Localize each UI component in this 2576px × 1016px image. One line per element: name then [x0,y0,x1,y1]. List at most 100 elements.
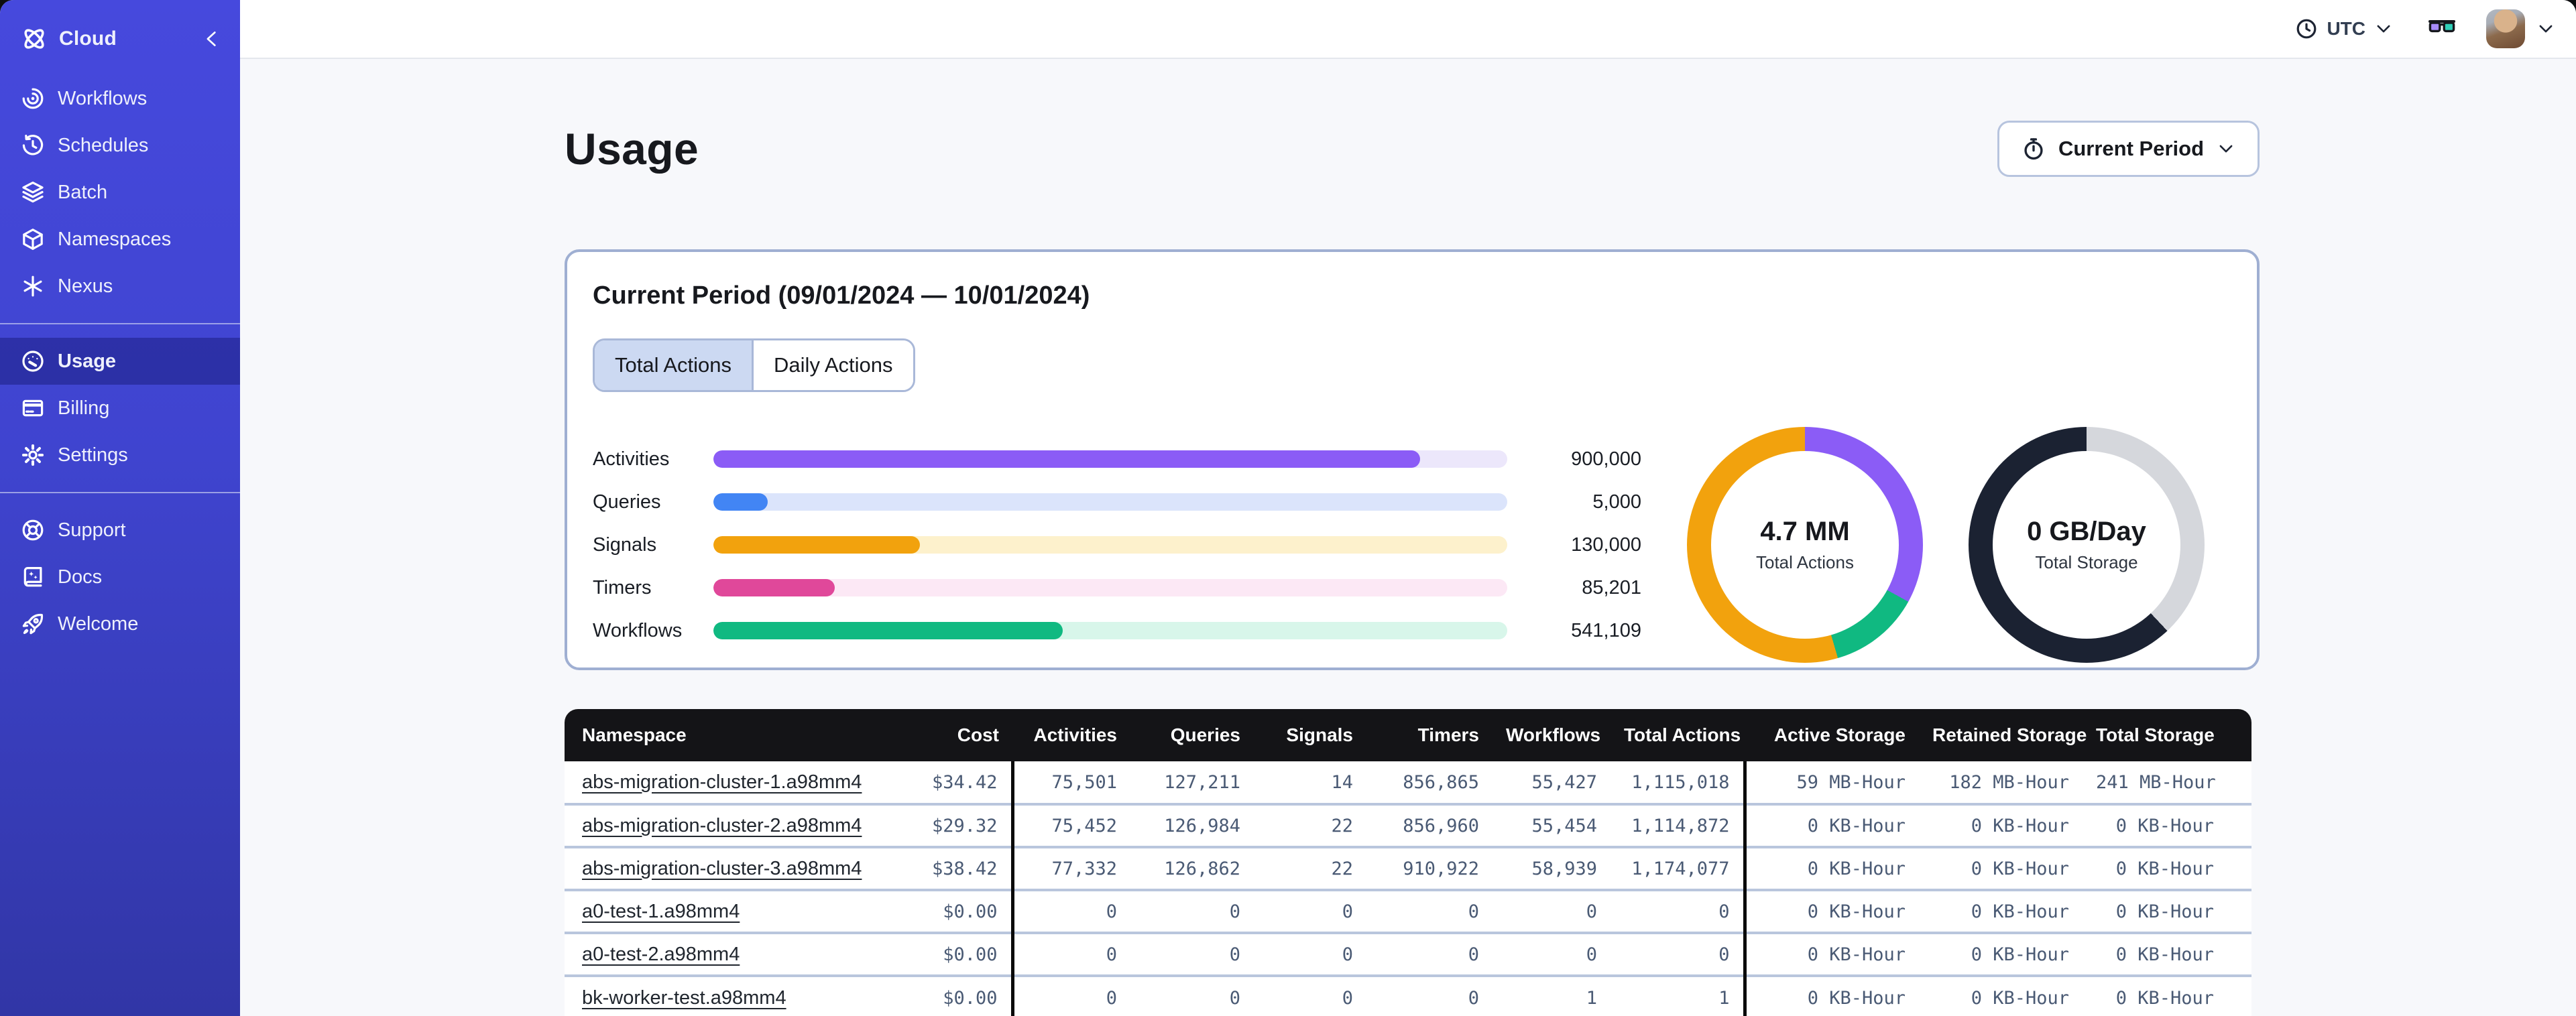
value-cell: 55,427 [1492,761,1611,804]
value-cell: 0 [1492,889,1611,933]
value-cell: 0 [1010,932,1130,976]
namespace-link[interactable]: abs-migration-cluster-3.a98mm4 [582,858,862,879]
value-cell: 856,865 [1366,761,1492,804]
value-cell: 0 KB-Hour [1743,803,1919,847]
sidebar-item-label: Namespaces [58,228,172,250]
page-title: Usage [565,124,699,174]
value-cell: 22 [1254,803,1366,847]
value-cell: 241 MB-Hour [2083,761,2251,804]
sidebar-item-support[interactable]: Support [0,507,240,554]
timezone-selector[interactable]: UTC [2296,18,2392,40]
value-cell: 0 KB-Hour [2083,846,2251,890]
namespace-link[interactable]: a0-test-2.a98mm4 [582,944,740,965]
namespace-link[interactable]: abs-migration-cluster-1.a98mm4 [582,771,862,793]
namespace-cell: abs-migration-cluster-1.a98mm4 [565,761,902,804]
col-header-activities: Activities [1012,709,1130,761]
sidebar-item-docs[interactable]: Docs [0,554,240,600]
docs-book-icon [21,566,44,588]
value-cell: 0 KB-Hour [1919,846,2083,890]
stopwatch-icon [2022,137,2045,160]
value-cell: 0 [1366,974,1492,1016]
bar-label: Signals [593,533,657,556]
sidebar-item-label: Billing [58,397,110,419]
bar-row-timers: Timers 85,201 [593,576,1641,598]
value-cell: 0 KB-Hour [1743,889,1919,933]
value-cell: 55,454 [1492,803,1611,847]
namespace-cell: a0-test-2.a98mm4 [565,932,902,976]
bar-value: 541,109 [1571,619,1641,641]
value-cell: 910,922 [1366,846,1492,890]
value-cell: 0 [1254,974,1366,1016]
value-cell: $0.00 [902,889,1012,933]
namespace-cell: abs-migration-cluster-2.a98mm4 [565,803,902,847]
sidebar-item-schedules[interactable]: Schedules [0,122,240,169]
billing-card-icon [21,397,44,420]
donut-label: Total Actions [1756,552,1854,572]
table-row: abs-migration-cluster-3.a98mm4 $38.42 77,3… [565,846,2251,890]
value-cell: 0 [1130,932,1254,976]
namespaces-cube-icon [21,228,44,251]
donut-value: 0 GB/Day [2027,517,2146,546]
sidebar-divider [0,323,240,324]
chevron-left-icon[interactable] [202,29,221,48]
value-cell: 0 KB-Hour [1919,932,2083,976]
sidebar-item-workflows[interactable]: Workflows [0,75,240,122]
bar-row-workflows: Workflows 541,109 [593,619,1641,641]
table-row: abs-migration-cluster-1.a98mm4 $34.42 75,5… [565,761,2251,804]
tab-total-actions[interactable]: Total Actions [595,340,752,390]
sidebar-divider [0,492,240,493]
sidebar-item-namespaces[interactable]: Namespaces [0,216,240,263]
namespace-link[interactable]: bk-worker-test.a98mm4 [582,987,786,1009]
content: Usage Current Period Current Period (09/… [240,59,2576,1016]
bar-fill [713,493,768,511]
sidebar-item-welcome[interactable]: Welcome [0,600,240,647]
value-cell: 59 MB-Hour [1743,761,1919,804]
value-cell: 22 [1254,846,1366,890]
namespace-link[interactable]: abs-migration-cluster-2.a98mm4 [582,815,862,836]
chevron-down-icon[interactable] [2537,20,2555,38]
value-cell: 0 KB-Hour [2083,889,2251,933]
value-cell: 0 KB-Hour [1919,889,2083,933]
sidebar-item-label: Welcome [58,613,139,635]
sidebar-item-label: Docs [58,566,103,588]
col-header-cost: Cost [902,709,1012,761]
value-cell: 0 KB-Hour [1919,803,2083,847]
value-cell: 1 [1611,974,1745,1016]
col-header-total-storage: Total Storage [2083,709,2251,761]
col-header-namespace: Namespace [565,709,902,761]
chevron-down-icon [2375,20,2392,38]
sidebar-item-label: Support [58,519,126,541]
sidebar-item-billing[interactable]: Billing [0,385,240,432]
value-cell: 126,862 [1130,846,1254,890]
col-header-total-actions: Total Actions [1611,709,1745,761]
sidebar-item-usage[interactable]: Usage [0,338,240,385]
support-lifebuoy-icon [21,519,44,542]
value-cell: 856,960 [1366,803,1492,847]
value-cell: $38.42 [902,846,1012,890]
current-period-panel: Current Period (09/01/2024 — 10/01/2024)… [565,249,2260,670]
namespace-cell: a0-test-1.a98mm4 [565,889,902,933]
value-cell: 0 [1254,932,1366,976]
value-cell: 1,115,018 [1611,761,1745,804]
bar-track [713,622,1507,639]
brand-label: Cloud [59,27,117,50]
main-area: UTC Usage Current Period Current Period … [240,0,2576,1016]
tab-daily-actions[interactable]: Daily Actions [752,340,913,390]
value-cell: $0.00 [902,974,1012,1016]
glasses-icon[interactable] [2427,14,2457,44]
sidebar-item-label: Schedules [58,134,149,156]
welcome-rocket-icon [21,613,44,635]
bar-label: Timers [593,576,652,598]
sidebar-item-settings[interactable]: Settings [0,432,240,479]
sidebar-item-label: Workflows [58,87,148,109]
namespace-link[interactable]: a0-test-1.a98mm4 [582,901,740,922]
sidebar-item-nexus[interactable]: Nexus [0,263,240,310]
sidebar-item-batch[interactable]: Batch [0,169,240,216]
bar-fill [713,450,1420,468]
value-cell: $0.00 [902,932,1012,976]
sidebar-item-label: Settings [58,444,128,466]
value-cell: 1 [1492,974,1611,1016]
period-selector-button[interactable]: Current Period [1997,121,2260,177]
avatar[interactable] [2486,9,2525,48]
value-cell: 0 [1611,932,1745,976]
